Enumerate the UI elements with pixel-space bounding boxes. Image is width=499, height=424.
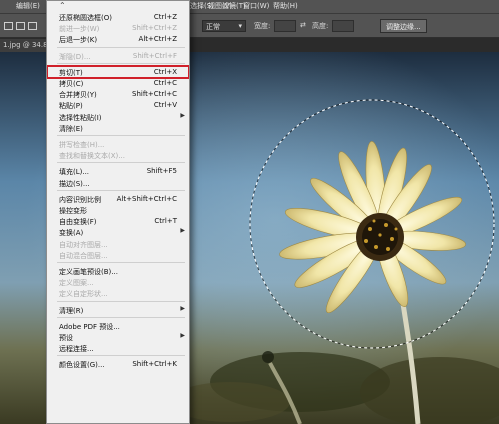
menu-item-label: 自动混合图层... bbox=[59, 251, 108, 260]
menu-item-shortcut: Ctrl+Z bbox=[153, 13, 177, 21]
menu-edit[interactable]: 编辑(E) bbox=[16, 1, 40, 11]
menu-item-shortcut: Shift+Ctrl+K bbox=[132, 360, 177, 369]
menu-item[interactable]: 还原椭圆选框(O) Ctrl+Z bbox=[47, 11, 189, 23]
menu-item-shortcut: Shift+Ctrl+F bbox=[132, 51, 177, 60]
menu-item-label: 颜色设置(G)... bbox=[59, 361, 105, 370]
menu-separator bbox=[57, 316, 185, 318]
menu-help[interactable]: 帮助(H) bbox=[273, 1, 298, 11]
menu-item[interactable]: 填充(L)... Shift+F5 bbox=[47, 165, 189, 177]
add-selection-icon[interactable] bbox=[16, 22, 25, 30]
menu-item: 自动混合图层... bbox=[47, 249, 189, 261]
new-selection-icon[interactable] bbox=[4, 22, 13, 30]
menu-item[interactable]: 清理(R) ▶ bbox=[47, 304, 189, 316]
height-label: 高度: bbox=[312, 22, 329, 30]
menu-item: 渐隐(D)... Shift+Ctrl+F bbox=[47, 50, 189, 62]
menu-item-shortcut: Ctrl+C bbox=[153, 79, 177, 87]
menu-item-shortcut: Shift+F5 bbox=[146, 167, 177, 176]
menu-item[interactable]: 选择性粘贴(I) ▶ bbox=[47, 111, 189, 123]
menu-item-label: 查找和替换文本(X)... bbox=[59, 152, 125, 161]
menu-item: 拼写检查(H)... bbox=[47, 138, 189, 150]
menu-item[interactable]: 粘贴(P) Ctrl+V bbox=[47, 99, 189, 111]
menu-separator bbox=[57, 262, 185, 263]
subtract-selection-icon[interactable] bbox=[28, 22, 37, 30]
menu-item[interactable]: 颜色设置(G)... Shift+Ctrl+K bbox=[47, 358, 189, 370]
menu-item-shortcut: Ctrl+X bbox=[153, 67, 177, 76]
edit-menu: ⌃ 还原椭圆选框(O) Ctrl+Z 前进一步(W) Shift+Ctrl+Z 后退一步… bbox=[46, 0, 190, 424]
menu-item: 自动对齐图层... bbox=[47, 238, 189, 250]
menu-item[interactable]: Adobe PDF 预设... bbox=[47, 320, 189, 332]
menu-item[interactable]: 操控变形 bbox=[47, 204, 189, 216]
menu-item[interactable]: 变换(A) ▶ bbox=[47, 226, 189, 238]
menu-item[interactable]: 合并拷贝(Y) Shift+Ctrl+C bbox=[47, 88, 189, 100]
menu-item: 定义自定形状... bbox=[47, 287, 189, 299]
menu-item-shortcut: Ctrl+T bbox=[154, 217, 177, 226]
menu-item[interactable]: 拷贝(C) Ctrl+C bbox=[47, 77, 189, 89]
menu-item[interactable]: 内容识别比例 Alt+Shift+Ctrl+C bbox=[47, 193, 189, 205]
height-field[interactable] bbox=[332, 20, 354, 32]
menu-item-shortcut: Shift+Ctrl+Z bbox=[132, 24, 177, 33]
menu-item[interactable]: 预设 ▶ bbox=[47, 331, 189, 343]
submenu-arrow-icon: ▶ bbox=[180, 111, 185, 119]
menu-window[interactable]: 窗口(W) bbox=[243, 1, 269, 11]
style-mode-select[interactable]: 正常 ▾ bbox=[202, 20, 246, 32]
menu-item-shortcut: Ctrl+V bbox=[153, 101, 177, 110]
menu-item-shortcut: Alt+Ctrl+Z bbox=[138, 35, 177, 44]
width-field[interactable] bbox=[274, 20, 296, 32]
menu-item[interactable]: 后退一步(K) Alt+Ctrl+Z bbox=[47, 33, 189, 45]
menu-item: 定义图案... bbox=[47, 276, 189, 288]
menu-item-label: 清除(E) bbox=[59, 124, 83, 133]
menu-item[interactable]: 定义画笔预设(B)... bbox=[47, 265, 189, 277]
menu-item-label: 清理(R) bbox=[59, 306, 84, 315]
submenu-arrow-icon: ▶ bbox=[180, 227, 185, 235]
menu-item: 查找和替换文本(X)... bbox=[47, 149, 189, 161]
menu-item[interactable]: 剪切(T) Ctrl+X bbox=[47, 64, 189, 79]
menu-item[interactable]: 描边(S)... bbox=[47, 177, 189, 189]
menu-separator bbox=[57, 46, 185, 48]
menu-item-label: 渐隐(D)... bbox=[59, 52, 91, 61]
style-mode-value: 正常 bbox=[206, 23, 220, 31]
menu-item-label: 描边(S)... bbox=[59, 179, 90, 188]
menu-separator bbox=[57, 300, 185, 302]
menu-view-visible[interactable]: 视图(V) bbox=[208, 1, 232, 11]
swap-icon[interactable]: ⇄ bbox=[300, 21, 306, 29]
menu-item-shortcut: Alt+Shift+Ctrl+C bbox=[116, 194, 177, 203]
menu-item[interactable]: 自由变换(F) Ctrl+T bbox=[47, 215, 189, 227]
chevron-down-icon: ▾ bbox=[238, 22, 242, 30]
menu-separator bbox=[57, 135, 185, 136]
menu-item-shortcut: Shift+Ctrl+C bbox=[132, 90, 177, 99]
menu-item[interactable]: 远程连接... bbox=[47, 342, 189, 354]
menu-separator bbox=[57, 162, 185, 164]
menu-item: 前进一步(W) Shift+Ctrl+Z bbox=[47, 22, 189, 34]
scroll-up-icon: ⌃ bbox=[59, 1, 66, 10]
menu-separator bbox=[57, 189, 185, 191]
menu-item-label: 定义自定形状... bbox=[59, 290, 108, 299]
refine-edge-button[interactable]: 调整边缘... bbox=[380, 19, 427, 33]
menu-separator bbox=[57, 62, 185, 64]
submenu-arrow-icon: ▶ bbox=[180, 304, 185, 312]
width-label: 宽度: bbox=[254, 22, 271, 30]
menu-item-label: 后退一步(K) bbox=[59, 36, 98, 45]
menu-separator bbox=[57, 355, 185, 357]
submenu-arrow-icon: ▶ bbox=[180, 332, 185, 339]
menu-item-label: 远程连接... bbox=[59, 345, 94, 354]
menu-item[interactable]: 清除(E) bbox=[47, 122, 189, 134]
